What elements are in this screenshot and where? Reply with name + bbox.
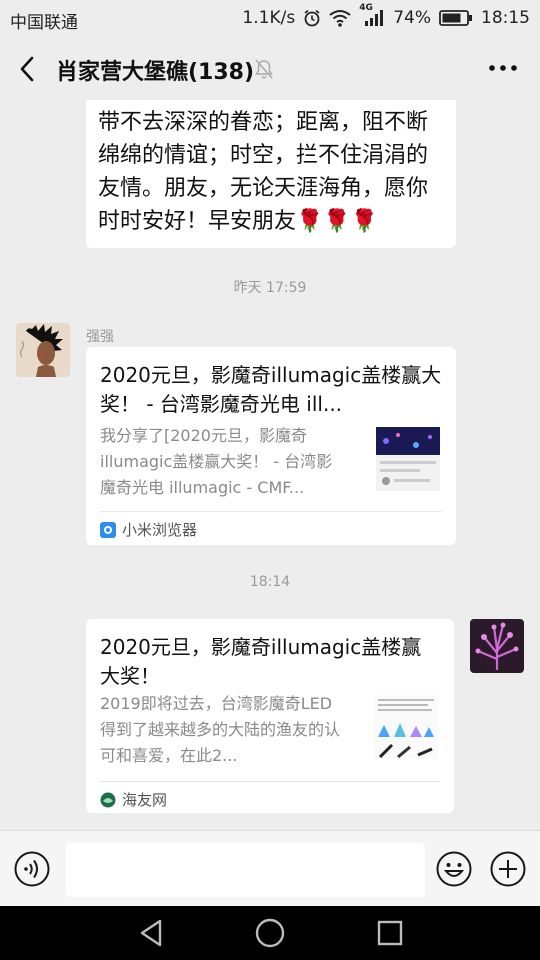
timestamp: 18:14 — [249, 574, 291, 590]
alarm-icon — [304, 9, 320, 27]
card-source: 小米浏览器 — [100, 519, 197, 540]
input-bar — [0, 830, 540, 906]
timestamp: 昨天 17:59 — [233, 280, 307, 296]
source-label: 海友网 — [122, 791, 168, 809]
browser-icon — [100, 521, 116, 538]
signal-indicator: 4G — [359, 3, 385, 27]
back-arrow-icon[interactable] — [14, 54, 42, 84]
chat-title: 肖家营大堡礁(138) — [56, 60, 255, 85]
card-thumbnail — [376, 427, 440, 491]
card-thumbnail — [374, 695, 438, 759]
clock: 18:15 — [481, 8, 530, 28]
chat-header: 肖家营大堡礁(138) — [0, 38, 540, 100]
message-line: 时时安好！早安朋友🌹🌹🌹 — [98, 209, 379, 234]
battery-icon — [439, 10, 472, 26]
message-list[interactable]: 带不去深深的眷恋；距离，阻不断 绵绵的情谊；时空，拦不住涓涓的 友情。朋友，无论… — [0, 100, 540, 830]
message-line: 带不去深深的眷恋；距离，阻不断 — [98, 110, 429, 135]
source-label: 小米浏览器 — [122, 521, 198, 539]
sender-name: 强强 — [86, 329, 114, 345]
recents-square-icon[interactable] — [374, 917, 406, 949]
card-description: 2019即将过去，台湾影魔奇LED得到了越来越多的大陆的渔友的认可和喜爱，在此2… — [100, 694, 341, 765]
plus-icon[interactable] — [490, 851, 526, 887]
system-nav-bar — [0, 906, 540, 960]
card-title: 2020元旦，影魔奇illumagic盖楼赢大奖！ - 台湾影魔奇光电 ill.… — [100, 363, 442, 416]
link-card[interactable]: 2020元旦，影魔奇illumagic盖楼赢大奖！ - 台湾影魔奇光电 ill.… — [86, 347, 456, 545]
my-avatar[interactable] — [470, 619, 524, 673]
card-title: 2020元旦，影魔奇illumagic盖楼赢大奖！ — [100, 635, 422, 688]
carrier-label: 中国联通 — [10, 13, 78, 33]
card-divider — [100, 781, 440, 782]
wifi-icon — [329, 10, 351, 27]
back-triangle-icon[interactable] — [136, 917, 168, 949]
emoji-icon[interactable] — [436, 851, 472, 887]
mute-bell-icon — [255, 59, 273, 79]
voice-input-icon[interactable] — [14, 851, 50, 887]
status-right: 1.1K/s 4G 74% 18:15 — [242, 3, 530, 28]
message-line: 绵绵的情谊；时空，拦不住涓涓的 — [98, 143, 429, 168]
site-icon — [100, 792, 116, 807]
network-speed: 1.1K/s — [242, 8, 296, 28]
home-circle-icon[interactable] — [254, 917, 286, 949]
coral-avatar-icon — [470, 619, 524, 673]
battery-percent: 74% — [393, 8, 431, 28]
signal-icon — [365, 10, 384, 26]
message-input[interactable] — [66, 843, 425, 897]
card-source: 海友网 — [100, 789, 167, 810]
card-description: 我分享了[2020元旦，影魔奇illumagic盖楼赢大奖！ - 台湾影魔奇光电… — [100, 426, 333, 497]
link-card[interactable]: 2020元旦，影魔奇illumagic盖楼赢大奖！ 2019即将过去，台湾影魔奇… — [86, 619, 454, 813]
card-divider — [100, 511, 442, 512]
avatar[interactable] — [16, 323, 70, 377]
text-message-bubble[interactable]: 带不去深深的眷恋；距离，阻不断 绵绵的情谊；时空，拦不住涓涓的 友情。朋友，无论… — [86, 100, 456, 248]
avatar-illustration-icon — [16, 323, 70, 377]
status-bar: 中国联通 1.1K/s 4G 74% 18:15 — [0, 0, 540, 38]
message-line: 友情。朋友，无论天涯海角，愿你 — [98, 176, 429, 201]
more-options-icon[interactable] — [488, 62, 518, 74]
